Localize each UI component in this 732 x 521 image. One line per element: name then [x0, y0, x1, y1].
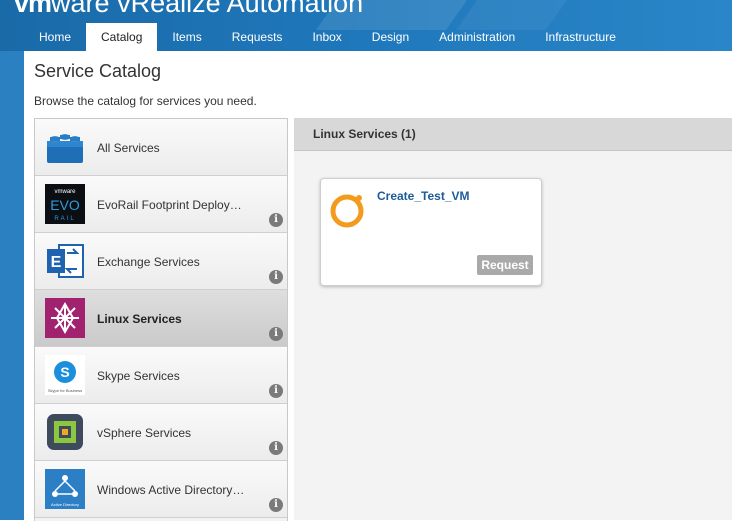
service-item-label: Exchange Services: [97, 255, 200, 269]
page-title: Service Catalog: [34, 61, 162, 81]
orange-ring-icon: [330, 194, 364, 228]
info-icon[interactable]: i: [269, 498, 283, 512]
svg-text:vmware: vmware: [54, 189, 76, 195]
service-item-evorail-footprint-deploy[interactable]: vmware EVO RAIL EvoRail Footprint Deploy… i: [35, 176, 287, 233]
service-item-label: Windows Active Directory…: [97, 483, 245, 497]
service-item-label: vSphere Services: [97, 426, 192, 440]
tab-design[interactable]: Design: [357, 23, 424, 51]
svg-text:Active Directory: Active Directory: [51, 502, 79, 507]
app-header: vmware vRealize Automation Home Catalog It…: [0, 0, 732, 51]
catalog-item-name[interactable]: Create_Test_VM: [377, 189, 469, 203]
svg-text:E: E: [51, 254, 62, 271]
page-subtitle: Browse the catalog for services you need…: [34, 94, 257, 108]
catalog-page: Service Catalog Browse the catalog for s…: [24, 51, 732, 521]
service-item-windows-active-directory[interactable]: Active Directory Windows Active Directory…: [35, 461, 287, 518]
service-item-label: Linux Services: [97, 312, 182, 326]
info-icon[interactable]: i: [269, 213, 283, 227]
linux-services-icon: [45, 298, 85, 338]
svg-text:Skype for Business: Skype for Business: [48, 388, 82, 393]
lego-brick-icon: [45, 127, 85, 167]
left-gutter: [0, 51, 24, 520]
info-icon[interactable]: i: [269, 384, 283, 398]
service-item-skype-services[interactable]: S Skype for Business Skype Services i: [35, 347, 287, 404]
panel-title: Linux Services (1): [313, 127, 416, 141]
svg-text:S: S: [60, 364, 69, 380]
tab-requests[interactable]: Requests: [217, 23, 298, 51]
product-name: vRealize Automation: [109, 0, 364, 18]
brand-vm: vm: [14, 0, 52, 18]
service-item-label: Skype Services: [97, 369, 180, 383]
panel-header: Linux Services (1): [294, 118, 732, 151]
tab-home[interactable]: Home: [24, 23, 86, 51]
service-item-label: EvoRail Footprint Deploy…: [97, 198, 242, 212]
tab-administration[interactable]: Administration: [424, 23, 530, 51]
info-icon[interactable]: i: [269, 441, 283, 455]
main-nav: Home Catalog Items Requests Inbox Design Admin…: [24, 23, 631, 51]
tab-infrastructure[interactable]: Infrastructure: [530, 23, 631, 51]
request-button[interactable]: Request: [477, 255, 533, 275]
svg-text:RAIL: RAIL: [54, 216, 75, 222]
tab-items[interactable]: Items: [157, 23, 216, 51]
service-item-exchange-services[interactable]: E Exchange Services i: [35, 233, 287, 290]
skype-icon: S Skype for Business: [45, 355, 85, 395]
tab-inbox[interactable]: Inbox: [297, 23, 356, 51]
service-item-linux-services[interactable]: Linux Services i: [35, 290, 287, 347]
exchange-icon: E: [45, 241, 85, 281]
service-item-vsphere-services[interactable]: vSphere Services i: [35, 404, 287, 461]
info-icon[interactable]: i: [269, 327, 283, 341]
info-icon[interactable]: i: [269, 270, 283, 284]
active-directory-icon: Active Directory: [45, 469, 85, 509]
vmware-evo-rail-icon: vmware EVO RAIL: [45, 184, 85, 224]
service-item-all-services[interactable]: All Services: [35, 119, 287, 176]
service-list: All Services vmware EVO RAIL EvoRail Footpri…: [34, 118, 288, 521]
brand-logo: vmware vRealize Automation: [14, 0, 363, 19]
vsphere-icon: [45, 412, 85, 452]
catalog-item-card[interactable]: Create_Test_VM Request: [320, 178, 542, 286]
brand-ware: ware: [51, 0, 110, 18]
tab-catalog[interactable]: Catalog: [86, 23, 158, 51]
svg-text:EVO: EVO: [50, 197, 80, 213]
service-item-label: All Services: [97, 141, 160, 155]
